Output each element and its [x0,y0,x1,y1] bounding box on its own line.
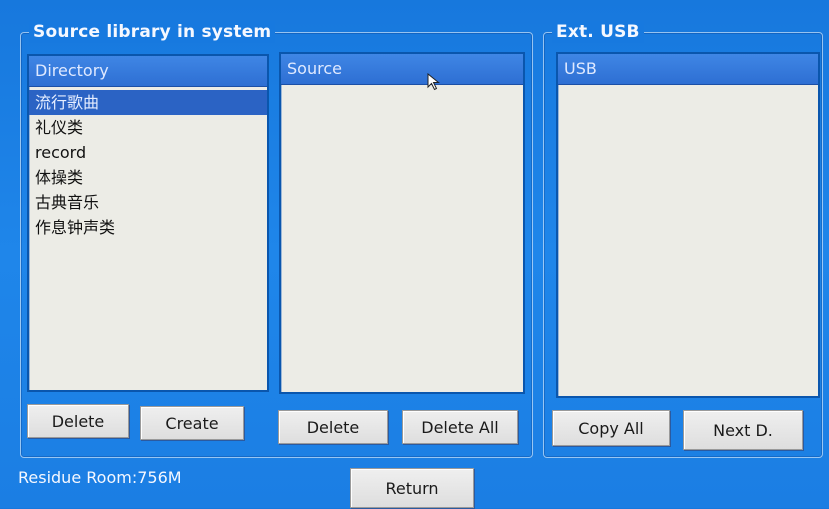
source-manager-screen: Source library in system Ext. USB Direct… [0,0,829,508]
copy-all-button[interactable]: Copy All [552,410,670,446]
directory-list-body: 流行歌曲 礼仪类 record 体操类 古典音乐 作息钟声类 [29,90,267,390]
directory-list[interactable]: Directory 流行歌曲 礼仪类 record 体操类 古典音乐 作息钟声类 [27,54,269,392]
source-list-header: Source [281,54,523,85]
delete-all-button[interactable]: Delete All [402,410,518,444]
directory-item[interactable]: record [29,140,267,165]
next-d-button[interactable]: Next D. [683,410,803,450]
source-list[interactable]: Source [279,52,525,394]
create-directory-button[interactable]: Create [140,406,244,440]
delete-source-button[interactable]: Delete [278,410,388,444]
directory-list-header: Directory [29,56,267,87]
source-library-title: Source library in system [29,21,276,43]
usb-list[interactable]: USB [556,52,820,398]
residue-room-label: Residue Room:756M [18,468,182,487]
return-button[interactable]: Return [350,468,474,508]
directory-item[interactable]: 作息钟声类 [29,215,267,240]
source-list-body [281,88,523,392]
ext-usb-title: Ext. USB [552,21,644,43]
directory-item[interactable]: 体操类 [29,165,267,190]
usb-list-body [558,88,818,396]
delete-directory-button[interactable]: Delete [27,404,129,438]
directory-item[interactable]: 古典音乐 [29,190,267,215]
directory-item[interactable]: 礼仪类 [29,115,267,140]
directory-item[interactable]: 流行歌曲 [29,90,267,115]
usb-list-header: USB [558,54,818,85]
mouse-pointer-icon [427,73,440,91]
